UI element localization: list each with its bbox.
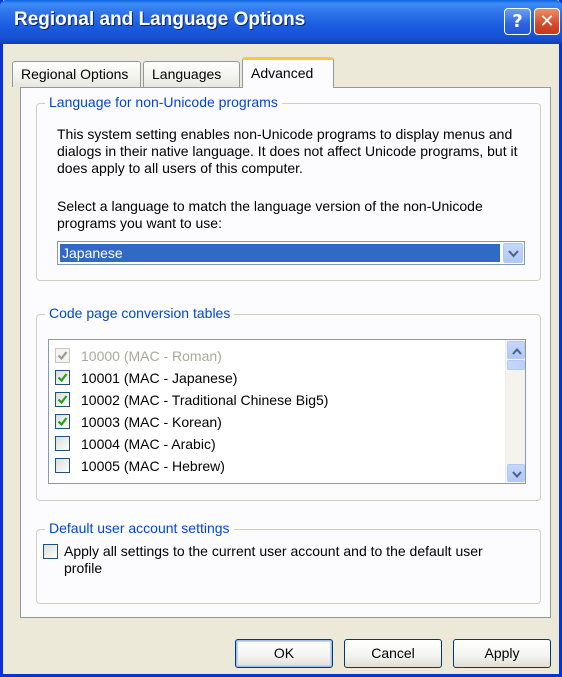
checkbox-checked[interactable] xyxy=(55,370,70,385)
list-item[interactable]: 10004 (MAC - Arabic) xyxy=(55,433,495,455)
close-button[interactable]: ✕ xyxy=(534,8,560,35)
code-page-legend: Code page conversion tables xyxy=(45,305,235,321)
apply-default-checkbox[interactable] xyxy=(43,544,58,559)
checkbox-checked[interactable] xyxy=(55,414,70,429)
list-item[interactable]: 10000 (MAC - Roman) xyxy=(55,345,495,367)
title-bar[interactable]: Regional and Language Options ? ✕ xyxy=(0,0,562,44)
list-item-label: 10004 (MAC - Arabic) xyxy=(81,436,216,452)
tab-languages[interactable]: Languages xyxy=(143,61,240,87)
scroll-up-button[interactable] xyxy=(507,341,525,359)
default-account-group: Default user account settings Apply all … xyxy=(36,520,541,604)
scroll-down-button[interactable] xyxy=(507,464,525,482)
checkbox-unchecked[interactable] xyxy=(55,436,70,451)
list-item-label: 10003 (MAC - Korean) xyxy=(81,414,222,430)
tab-advanced[interactable]: Advanced xyxy=(242,57,334,88)
scroll-thumb[interactable] xyxy=(507,360,525,370)
list-item-label: 10002 (MAC - Traditional Chinese Big5) xyxy=(81,392,329,408)
language-select-value: Japanese xyxy=(60,244,500,262)
apply-default-label[interactable]: Apply all settings to the current user a… xyxy=(64,543,524,577)
cancel-button[interactable]: Cancel xyxy=(344,639,442,668)
list-item-label: 10005 (MAC - Hebrew) xyxy=(81,458,225,474)
tab-regional-options[interactable]: Regional Options xyxy=(12,61,141,87)
non-unicode-group: Language for non-Unicode programs This s… xyxy=(36,94,541,281)
list-item[interactable]: 10003 (MAC - Korean) xyxy=(55,411,495,433)
checkbox-checked[interactable] xyxy=(55,348,70,363)
apply-button[interactable]: Apply xyxy=(453,639,551,668)
non-unicode-legend: Language for non-Unicode programs xyxy=(45,94,282,110)
ok-button[interactable]: OK xyxy=(235,639,333,668)
code-page-list[interactable]: 10000 (MAC - Roman) 10001 (MAC - Japanes… xyxy=(48,339,526,484)
list-item[interactable]: 10005 (MAC - Hebrew) xyxy=(55,455,495,477)
list-scrollbar[interactable] xyxy=(505,340,525,483)
help-button[interactable]: ? xyxy=(504,8,531,35)
list-item[interactable]: 10001 (MAC - Japanese) xyxy=(55,367,495,389)
chevron-down-icon[interactable] xyxy=(503,243,523,263)
language-select[interactable]: Japanese xyxy=(57,241,525,265)
select-language-prompt: Select a language to match the language … xyxy=(57,198,483,231)
code-page-group: Code page conversion tables 10000 (MAC -… xyxy=(36,305,541,501)
list-item-label: 10000 (MAC - Roman) xyxy=(81,348,222,364)
checkbox-unchecked[interactable] xyxy=(55,458,70,473)
checkbox-checked[interactable] xyxy=(55,392,70,407)
list-item-label: 10001 (MAC - Japanese) xyxy=(81,370,238,386)
list-item[interactable]: 10002 (MAC - Traditional Chinese Big5) xyxy=(55,389,495,411)
non-unicode-description: This system setting enables non-Unicode … xyxy=(57,126,518,176)
default-account-legend: Default user account settings xyxy=(45,520,234,536)
advanced-tab-panel: Language for non-Unicode programs This s… xyxy=(20,87,551,618)
window-title: Regional and Language Options xyxy=(14,9,306,30)
dialog-window: Regional and Language Options ? ✕ Region… xyxy=(0,0,562,677)
